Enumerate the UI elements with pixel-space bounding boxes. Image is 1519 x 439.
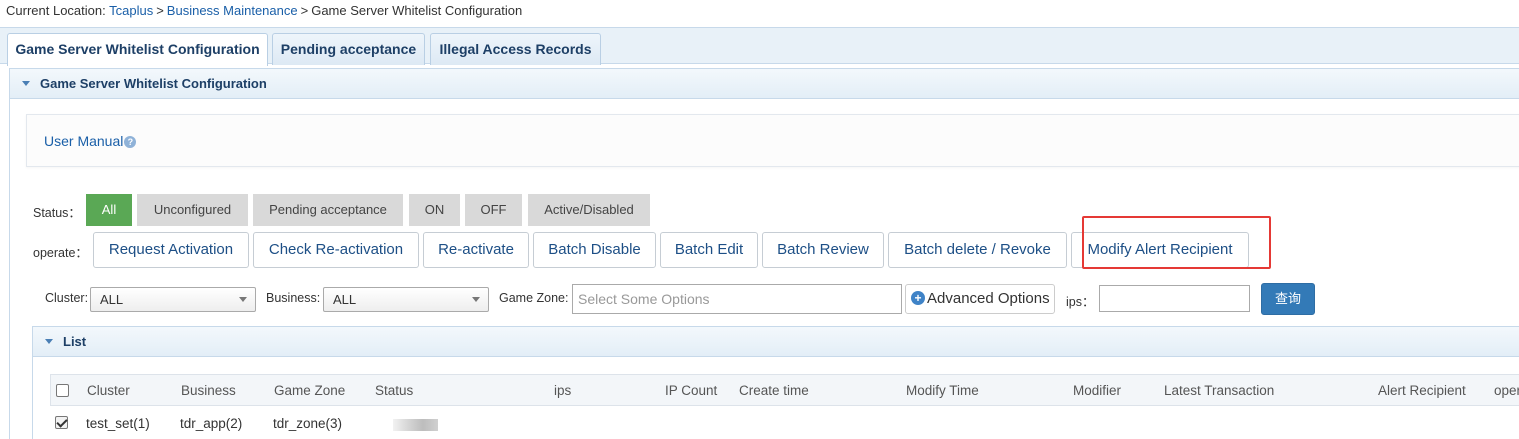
breadcrumb-link-tcaplus[interactable]: Tcaplus — [109, 3, 153, 18]
column-header-cluster[interactable]: Cluster — [87, 375, 130, 406]
cluster-label: Cluster: — [45, 291, 89, 305]
column-header-modifier[interactable]: Modifier — [1073, 375, 1121, 406]
column-header-modify-time[interactable]: Modify Time — [906, 375, 979, 406]
batch-review-button[interactable]: Batch Review — [762, 232, 884, 268]
cell-cluster: test_set(1) — [86, 416, 150, 431]
breadcrumb-separator: > — [300, 3, 309, 18]
status-pending-acceptance-button[interactable]: Pending acceptance — [253, 194, 403, 226]
column-header-latest-transaction[interactable]: Latest Transaction — [1164, 375, 1274, 406]
game-zone-multiselect[interactable]: Select Some Options — [572, 284, 902, 314]
breadcrumb-current: Game Server Whitelist Configuration — [311, 3, 523, 18]
status-active-disabled-button[interactable]: Active/Disabled — [528, 194, 650, 226]
business-select[interactable]: ALL — [323, 287, 489, 312]
batch-edit-button[interactable]: Batch Edit — [660, 232, 758, 268]
list-header[interactable]: List — [33, 327, 1519, 357]
cell-business: tdr_app(2) — [180, 416, 243, 431]
column-header-ips[interactable]: ips — [554, 375, 571, 406]
chevron-down-icon — [472, 297, 480, 302]
query-button[interactable]: 查询 — [1261, 283, 1315, 315]
status-on-button[interactable]: ON — [409, 194, 460, 226]
cell-game-zone: tdr_zone(3) — [273, 416, 343, 431]
tab-bar: Game Server Whitelist Configuration Pend… — [0, 27, 1519, 66]
panel-title: Game Server Whitelist Configuration — [40, 76, 267, 91]
breadcrumb-separator: > — [156, 3, 164, 18]
batch-delete-revoke-button[interactable]: Batch delete / Revoke — [888, 232, 1067, 268]
status-all-button[interactable]: All — [86, 194, 132, 226]
chevron-down-icon — [239, 297, 247, 302]
request-activation-button[interactable]: Request Activation — [93, 232, 249, 268]
column-header-game-zone[interactable]: Game Zone — [274, 375, 345, 406]
batch-disable-button[interactable]: Batch Disable — [533, 232, 656, 268]
ips-input[interactable] — [1099, 285, 1250, 312]
breadcrumb-prefix: Current Location: — [6, 3, 106, 18]
status-off-button[interactable]: OFF — [465, 194, 522, 226]
operate-label: operate： — [33, 246, 88, 260]
reactivate-button[interactable]: Re-activate — [423, 232, 529, 268]
tab-pending-acceptance[interactable]: Pending acceptance — [272, 33, 425, 65]
column-header-status[interactable]: Status — [375, 375, 413, 406]
tab-illegal-access-records[interactable]: Illegal Access Records — [430, 33, 601, 65]
ips-label: ips： — [1066, 295, 1095, 309]
tab-game-server-whitelist[interactable]: Game Server Whitelist Configuration — [7, 33, 268, 66]
table-header: Cluster Business Game Zone Status ips IP… — [50, 374, 1519, 406]
column-header-operation[interactable]: oper — [1494, 375, 1519, 406]
breadcrumb-link-business-maintenance[interactable]: Business Maintenance — [167, 3, 298, 18]
column-header-create-time[interactable]: Create time — [739, 375, 809, 406]
advanced-options-button[interactable]: + Advanced Options — [905, 284, 1055, 314]
column-header-alert-recipient[interactable]: Alert Recipient — [1378, 375, 1466, 406]
column-header-ip-count[interactable]: IP Count — [665, 375, 717, 406]
collapse-caret-icon[interactable] — [22, 81, 30, 86]
cell-status-blurred — [393, 419, 438, 431]
table-row[interactable]: test_set(1) tdr_app(2) tdr_zone(3) — [50, 407, 1519, 439]
list-title: List — [63, 334, 87, 349]
status-label: Status： — [33, 206, 81, 220]
user-manual-link[interactable]: User Manual? — [44, 133, 137, 149]
panel-header[interactable]: Game Server Whitelist Configuration — [10, 69, 1519, 99]
user-manual-box: User Manual? — [26, 114, 1519, 167]
question-icon[interactable]: ? — [124, 135, 137, 148]
check-reactivation-button[interactable]: Check Re-activation — [253, 232, 419, 268]
status-unconfigured-button[interactable]: Unconfigured — [137, 194, 248, 226]
select-all-checkbox[interactable] — [56, 384, 69, 397]
row-checkbox[interactable] — [55, 416, 68, 429]
business-label: Business: — [266, 291, 321, 305]
collapse-caret-icon[interactable] — [45, 339, 53, 344]
plus-circle-icon: + — [911, 291, 925, 305]
list-panel: List Cluster Business Game Zone Status i… — [32, 326, 1519, 439]
modify-alert-recipient-button[interactable]: Modify Alert Recipient — [1071, 232, 1249, 268]
column-header-business[interactable]: Business — [181, 375, 236, 406]
cluster-select[interactable]: ALL — [90, 287, 256, 312]
game-zone-label: Game Zone: — [499, 291, 569, 305]
breadcrumb: Current Location: Tcaplus > Business Maint… — [6, 3, 522, 18]
